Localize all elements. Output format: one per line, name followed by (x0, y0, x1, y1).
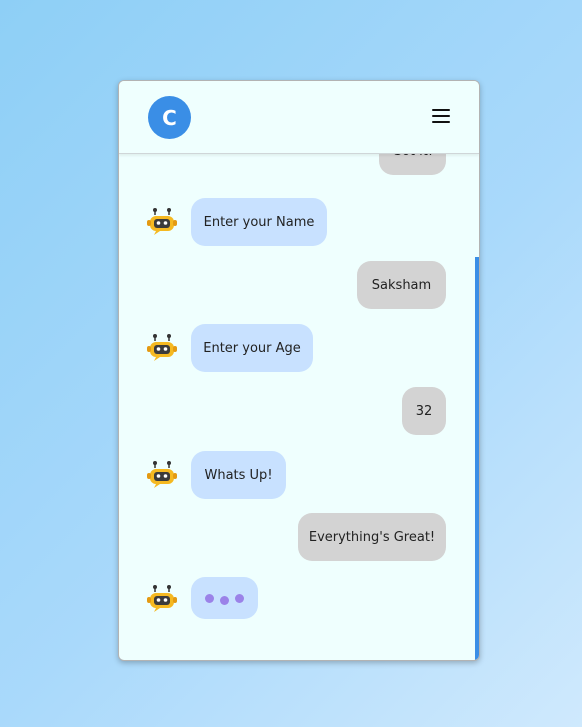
typing-indicator (191, 577, 258, 619)
typing-dot (220, 595, 229, 605)
user-message: Everything's Great! (298, 513, 446, 561)
app-logo[interactable]: C (148, 96, 191, 139)
bot-message: Whats Up! (191, 451, 286, 499)
user-message: 32 (402, 387, 446, 435)
robot-icon (147, 208, 177, 235)
chat-header: C (119, 81, 479, 154)
menu-bar-middle (432, 115, 450, 117)
robot-icon (147, 585, 177, 612)
bot-message: Enter your Age (191, 324, 313, 372)
robot-icon (147, 461, 177, 488)
menu-bar-bottom (432, 121, 450, 123)
message-list[interactable]: Got it! Enter your Name Saksham (119, 153, 479, 660)
user-message: Saksham (357, 261, 446, 309)
robot-icon (147, 334, 177, 361)
user-message: Got it! (379, 153, 446, 175)
chat-window: C Got it! Enter your Name Saksham (118, 80, 480, 661)
hamburger-menu-icon[interactable] (432, 109, 450, 123)
bot-message: Enter your Name (191, 198, 327, 246)
typing-dot (235, 593, 244, 603)
scrollbar-thumb[interactable] (475, 257, 479, 660)
typing-dot (205, 593, 214, 603)
menu-bar-top (432, 109, 450, 111)
